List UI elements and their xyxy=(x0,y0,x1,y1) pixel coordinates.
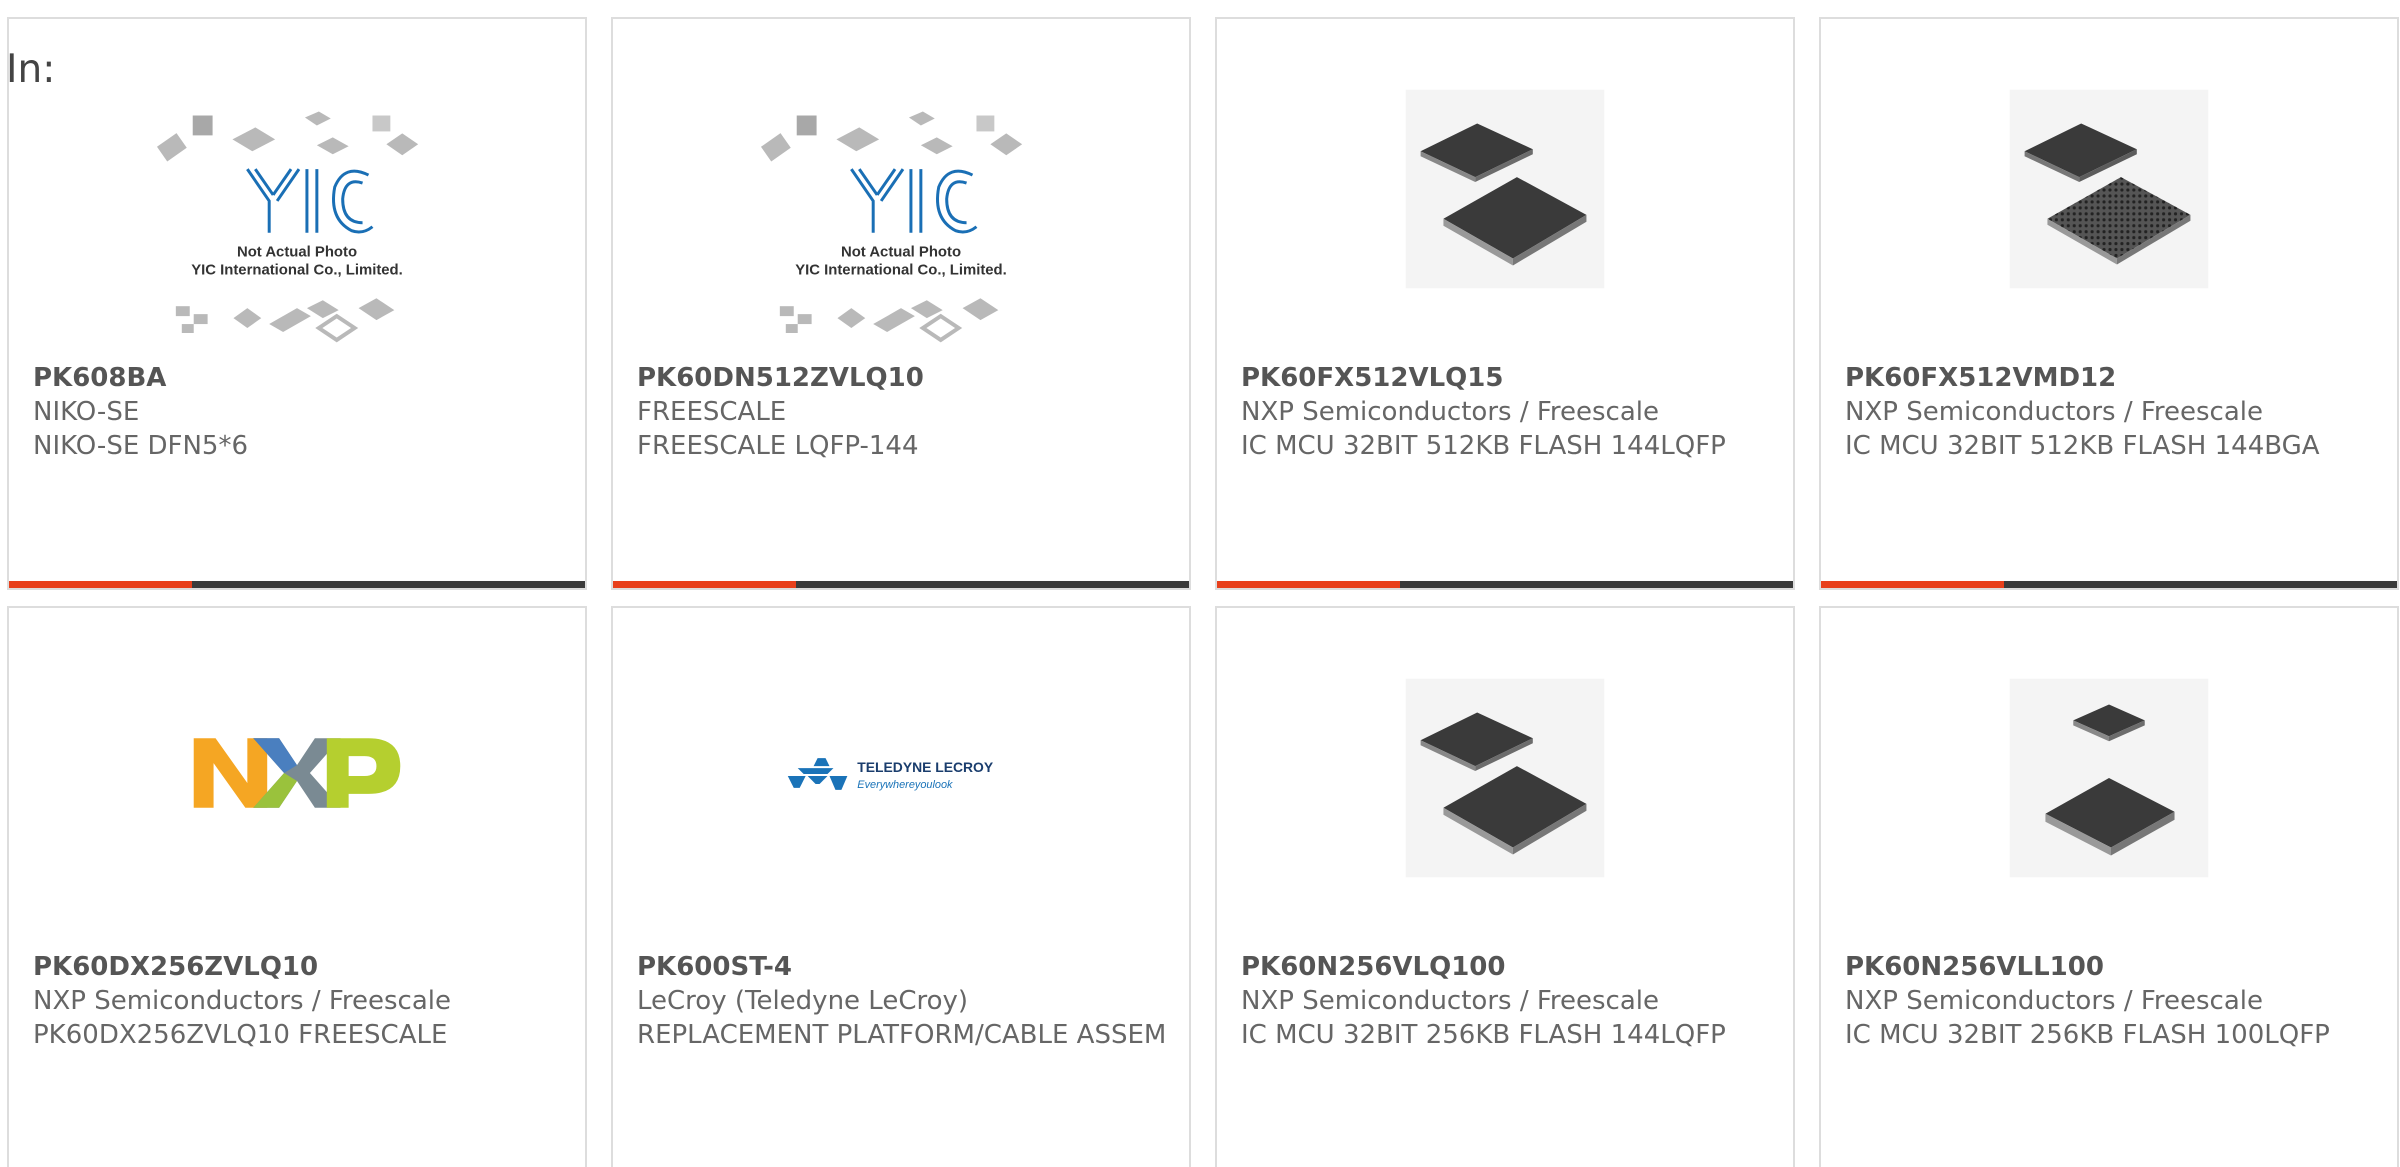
part-number[interactable]: PK60N256VLQ100 xyxy=(1241,950,1773,984)
manufacturer: LeCroy (Teledyne LeCroy) xyxy=(637,986,969,1016)
product-image-yic-placeholder[interactable]: Not Actual Photo YIC International Co., … xyxy=(613,19,1189,359)
product-card[interactable]: PK60DX256ZVLQ10 NXP Semiconductors / Fre… xyxy=(7,606,587,1167)
product-card[interactable]: PK60FX512VMD12 NXP Semiconductors / Free… xyxy=(1819,17,2399,590)
product-card[interactable]: Not Actual Photo YIC International Co., … xyxy=(611,17,1191,590)
manufacturer: NXP Semiconductors / Freescale xyxy=(1241,986,1660,1016)
product-card[interactable]: PK60FX512VLQ15 NXP Semiconductors / Free… xyxy=(1215,17,1795,590)
product-image-yic-placeholder[interactable]: Not Actual Photo YIC International Co., … xyxy=(9,19,585,359)
part-number[interactable]: PK60DX256ZVLQ10 xyxy=(33,950,565,984)
part-number[interactable]: PK60FX512VLQ15 xyxy=(1241,361,1773,395)
description: IC MCU 32BIT 256KB FLASH 100LQFP xyxy=(1845,1020,2330,1050)
yic-caption-1: Not Actual Photo xyxy=(237,245,357,261)
description: FREESCALE LQFP-144 xyxy=(637,431,919,461)
results-prefix-label: In: xyxy=(6,47,56,92)
part-number[interactable]: PK60DN512ZVLQ10 xyxy=(637,361,1169,395)
part-number[interactable]: PK60N256VLL100 xyxy=(1845,950,2377,984)
manufacturer: NXP Semiconductors / Freescale xyxy=(1845,397,2264,427)
manufacturer: NXP Semiconductors / Freescale xyxy=(33,986,452,1016)
teledyne-logo-text: TELEDYNE LECROY xyxy=(857,759,994,775)
part-number[interactable]: PK608BA xyxy=(33,361,565,395)
manufacturer: NXP Semiconductors / Freescale xyxy=(1845,986,2264,1016)
description: IC MCU 32BIT 512KB FLASH 144LQFP xyxy=(1241,431,1726,461)
product-card[interactable]: Not Actual Photo YIC International Co., … xyxy=(7,17,587,590)
product-card[interactable]: PK60N256VLQ100 NXP Semiconductors / Free… xyxy=(1215,606,1795,1167)
manufacturer: NXP Semiconductors / Freescale xyxy=(1241,397,1660,427)
description: IC MCU 32BIT 512KB FLASH 144BGA xyxy=(1845,431,2320,461)
manufacturer: NIKO-SE xyxy=(33,397,140,427)
card-footer-bar xyxy=(9,581,585,588)
yic-caption-2: YIC International Co., Limited. xyxy=(795,262,1007,278)
product-image-lqfp-chip[interactable] xyxy=(1217,19,1793,359)
description: NIKO-SE DFN5*6 xyxy=(33,431,249,461)
teledyne-tagline: Everywhereyoulook xyxy=(857,779,953,791)
part-number[interactable]: PK600ST-4 xyxy=(637,950,1169,984)
part-number[interactable]: PK60FX512VMD12 xyxy=(1845,361,2377,395)
product-image-nxp-logo[interactable] xyxy=(9,608,585,948)
product-image-bga-chip[interactable] xyxy=(1821,19,2397,359)
product-image-lqfp-chip[interactable] xyxy=(1217,608,1793,948)
description: IC MCU 32BIT 256KB FLASH 144LQFP xyxy=(1241,1020,1726,1050)
card-footer-bar xyxy=(1821,581,2397,588)
description: PK60DX256ZVLQ10 FREESCALE xyxy=(33,1020,448,1050)
yic-caption-2: YIC International Co., Limited. xyxy=(191,262,403,278)
card-footer-bar xyxy=(613,581,1189,588)
description: REPLACEMENT PLATFORM/CABLE ASSEM xyxy=(637,1020,1167,1050)
card-footer-bar xyxy=(1217,581,1793,588)
product-image-lqfp-chip[interactable] xyxy=(1821,608,2397,948)
product-card[interactable]: PK60N256VLL100 NXP Semiconductors / Free… xyxy=(1819,606,2399,1167)
manufacturer: FREESCALE xyxy=(637,397,787,427)
yic-caption-1: Not Actual Photo xyxy=(841,245,961,261)
product-card[interactable]: TELEDYNE LECROY Everywhereyoulook PK600S… xyxy=(611,606,1191,1167)
product-image-teledyne-lecroy-logo[interactable]: TELEDYNE LECROY Everywhereyoulook xyxy=(613,608,1189,948)
